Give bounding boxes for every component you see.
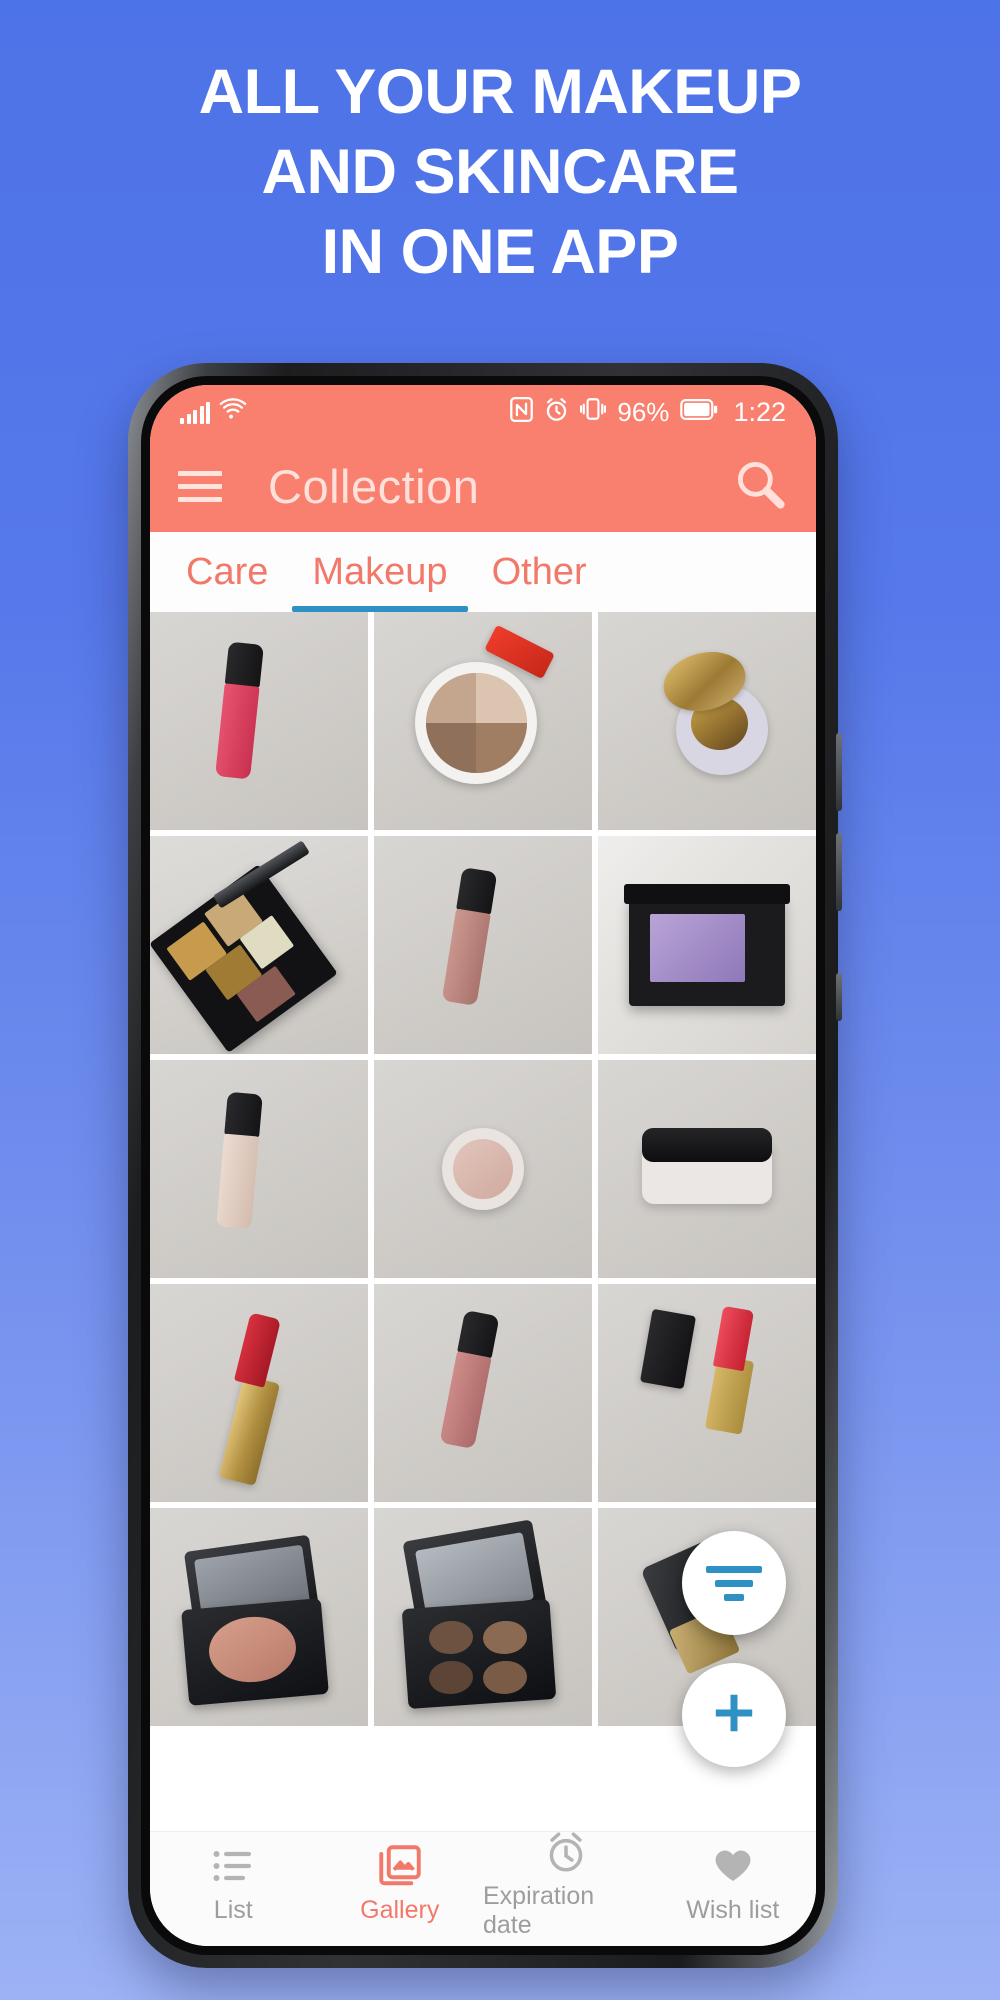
hamburger-menu-icon[interactable] <box>178 470 222 502</box>
volume-down-button[interactable] <box>836 833 842 911</box>
battery-percent-label: 96% <box>617 397 670 427</box>
nav-item-wish-list[interactable]: Wish list <box>650 1832 817 1938</box>
alarm-clock-icon <box>545 1831 587 1873</box>
battery-icon <box>680 398 718 427</box>
nfc-icon <box>510 396 534 429</box>
alarm-clock-icon <box>544 397 569 429</box>
phone-screen: 96% 1:22 Collection Care Makeup Other Li… <box>150 385 816 1946</box>
gallery-item-rose-lip-gloss[interactable] <box>374 1284 592 1502</box>
tab-makeup[interactable]: Makeup <box>290 532 469 612</box>
nav-item-expiration-date[interactable]: Expiration date <box>483 1831 650 1939</box>
app-bar: Collection <box>150 440 816 532</box>
gallery-item-gold-open-compact[interactable] <box>598 612 816 830</box>
tab-other-label: Other <box>491 550 587 593</box>
signal-bars-icon <box>180 401 210 424</box>
gallery-item-four-pan-eyeshadow-compact[interactable] <box>374 1508 592 1726</box>
bottom-navigation-bar: List Gallery Expiration date Wish list <box>150 1831 816 1946</box>
status-bar-right: 96% 1:22 <box>510 396 786 429</box>
gallery-item-loose-powder-jar[interactable] <box>598 1060 816 1278</box>
volume-up-button[interactable] <box>836 733 842 811</box>
promo-headline: ALL YOUR MAKEUP AND SKINCARE IN ONE APP <box>0 52 1000 292</box>
phone-mockup: 96% 1:22 Collection Care Makeup Other Li… <box>128 363 842 1968</box>
search-icon[interactable] <box>732 456 788 517</box>
gallery-item-blush-compact-mirror[interactable] <box>150 1508 368 1726</box>
gallery-item-bronzer-quad-compact[interactable] <box>374 612 592 830</box>
product-photo-grid <box>150 612 816 1831</box>
power-button[interactable] <box>836 973 842 1021</box>
category-tabs: Care Makeup Other <box>150 532 816 612</box>
tab-care-label: Care <box>186 550 269 593</box>
phone-bezel: 96% 1:22 Collection Care Makeup Other Li… <box>141 376 825 1955</box>
tab-makeup-label: Makeup <box>312 550 448 593</box>
list-icon <box>212 1845 254 1887</box>
page-title: Collection <box>268 459 480 513</box>
gallery-item-red-lipstick-gold-case[interactable] <box>150 1284 368 1502</box>
gallery-item-beige-lip-gloss[interactable] <box>150 1060 368 1278</box>
nav-item-gallery-label: Gallery <box>360 1896 440 1924</box>
gallery-item-red-lipstick-black-case[interactable] <box>598 1284 816 1502</box>
status-bar: 96% 1:22 <box>150 385 816 440</box>
nav-item-list[interactable]: List <box>150 1832 317 1938</box>
add-fab-button[interactable] <box>682 1663 786 1767</box>
filter-fab-button[interactable] <box>682 1531 786 1635</box>
gallery-item-nude-lip-gloss[interactable] <box>374 836 592 1054</box>
gallery-item-five-color-eyeshadow-palette[interactable] <box>150 836 368 1054</box>
promo-headline-line-3: IN ONE APP <box>321 217 679 287</box>
plus-icon <box>706 1685 762 1746</box>
vibrate-icon <box>580 397 607 428</box>
gallery-icon <box>379 1845 421 1887</box>
status-bar-left <box>180 398 247 427</box>
nav-item-expiration-date-label: Expiration date <box>483 1881 595 1939</box>
promo-headline-line-1: ALL YOUR MAKEUP <box>198 57 802 127</box>
filter-icon <box>706 1565 762 1601</box>
gallery-item-pink-lip-gloss[interactable] <box>150 612 368 830</box>
wifi-icon <box>219 398 247 427</box>
nav-item-list-label: List <box>213 1896 253 1924</box>
tab-care[interactable]: Care <box>164 532 290 612</box>
promo-headline-line-2: AND SKINCARE <box>261 137 739 207</box>
gallery-item-cream-pot-highlighter[interactable] <box>374 1060 592 1278</box>
nav-item-gallery[interactable]: Gallery <box>317 1832 484 1938</box>
heart-icon <box>712 1845 754 1887</box>
clock-time-label: 1:22 <box>733 397 786 427</box>
nav-item-wish-list-label: Wish list <box>686 1896 780 1924</box>
gallery-item-purple-eyeshadow-single[interactable] <box>598 836 816 1054</box>
tab-other[interactable]: Other <box>470 532 609 612</box>
